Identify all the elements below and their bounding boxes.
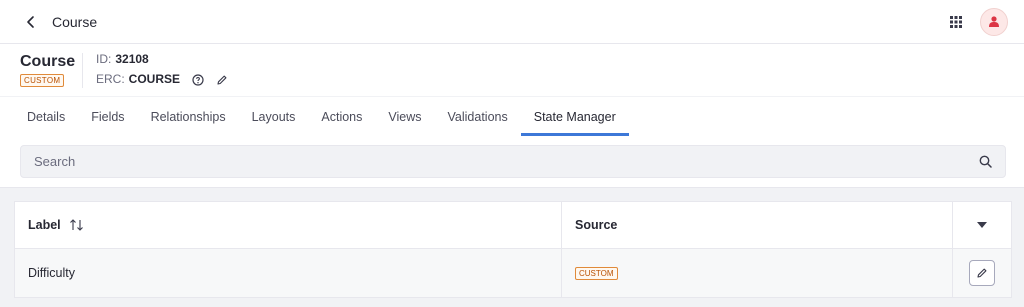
back-button[interactable] [22,13,40,31]
chevron-left-icon [27,15,34,28]
search-icon[interactable] [978,155,992,169]
sort-icon[interactable] [69,219,85,231]
row-source: CUSTOM [562,249,953,297]
tab-relationships[interactable]: Relationships [138,97,239,136]
id-label: ID: [96,52,112,66]
table-row: Difficulty CUSTOM [15,249,1011,297]
object-header: Course CUSTOM ID: 32108 ERC: COURSE [0,44,1024,96]
pencil-icon[interactable] [216,74,228,86]
id-value: 32108 [115,52,149,66]
search-box [20,145,1006,178]
help-icon[interactable] [192,73,204,86]
source-badge: CUSTOM [575,266,618,280]
tab-bar: Details Fields Relationships Layouts Act… [0,96,1024,136]
row-actions [953,249,1011,297]
page-title: Course [52,13,98,30]
edit-button[interactable] [969,260,995,286]
search-input[interactable] [34,154,978,169]
apps-grid-icon[interactable] [948,14,964,30]
object-title: Course [20,53,76,70]
erc-label: ERC: [96,72,125,86]
tab-details[interactable]: Details [14,97,78,136]
erc-value: COURSE [128,72,181,86]
row-label: Difficulty [15,249,562,297]
tab-state-manager[interactable]: State Manager [520,97,629,136]
tab-validations[interactable]: Validations [435,97,521,136]
top-bar: Course [0,0,1024,44]
column-header-actions [953,202,1011,248]
tab-fields[interactable]: Fields [78,97,137,136]
search-area [0,136,1024,188]
caret-down-icon[interactable] [977,222,987,228]
avatar[interactable] [980,7,1008,36]
tab-layouts[interactable]: Layouts [239,97,309,136]
tab-views[interactable]: Views [375,97,434,136]
column-header-source[interactable]: Source [562,202,953,248]
data-table: Label Source Difficulty CUSTOM [14,201,1012,298]
column-header-label[interactable]: Label [15,202,562,248]
user-icon [989,16,999,27]
table-header-row: Label Source [15,202,1011,249]
pencil-icon [977,268,987,278]
custom-badge: CUSTOM [20,74,65,87]
tab-actions[interactable]: Actions [308,97,375,136]
